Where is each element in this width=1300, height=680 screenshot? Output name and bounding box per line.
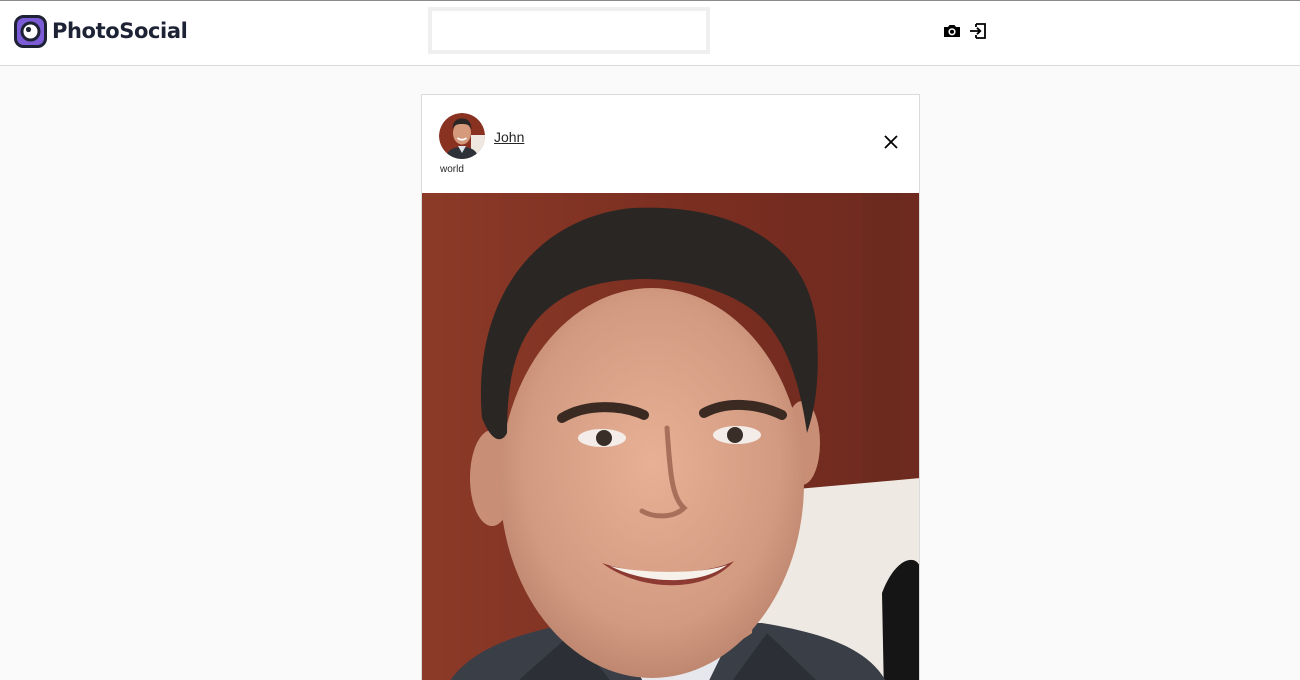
top-navbar: PhotoSocial <box>0 0 1300 66</box>
search-input[interactable] <box>428 7 710 54</box>
header-actions <box>942 21 988 41</box>
post-header: John world <box>422 95 919 193</box>
brand-name: PhotoSocial <box>52 18 188 43</box>
logo-camera-icon <box>14 14 47 48</box>
post-location: world <box>440 164 464 175</box>
user-avatar[interactable] <box>439 113 485 159</box>
post-username[interactable]: John <box>494 129 524 145</box>
post-photo <box>422 193 919 680</box>
camera-icon[interactable] <box>942 21 962 41</box>
post-card: John world <box>421 94 920 680</box>
brand-home-link[interactable]: PhotoSocial <box>14 14 188 48</box>
close-icon[interactable] <box>883 134 899 150</box>
logout-icon[interactable] <box>968 21 988 41</box>
